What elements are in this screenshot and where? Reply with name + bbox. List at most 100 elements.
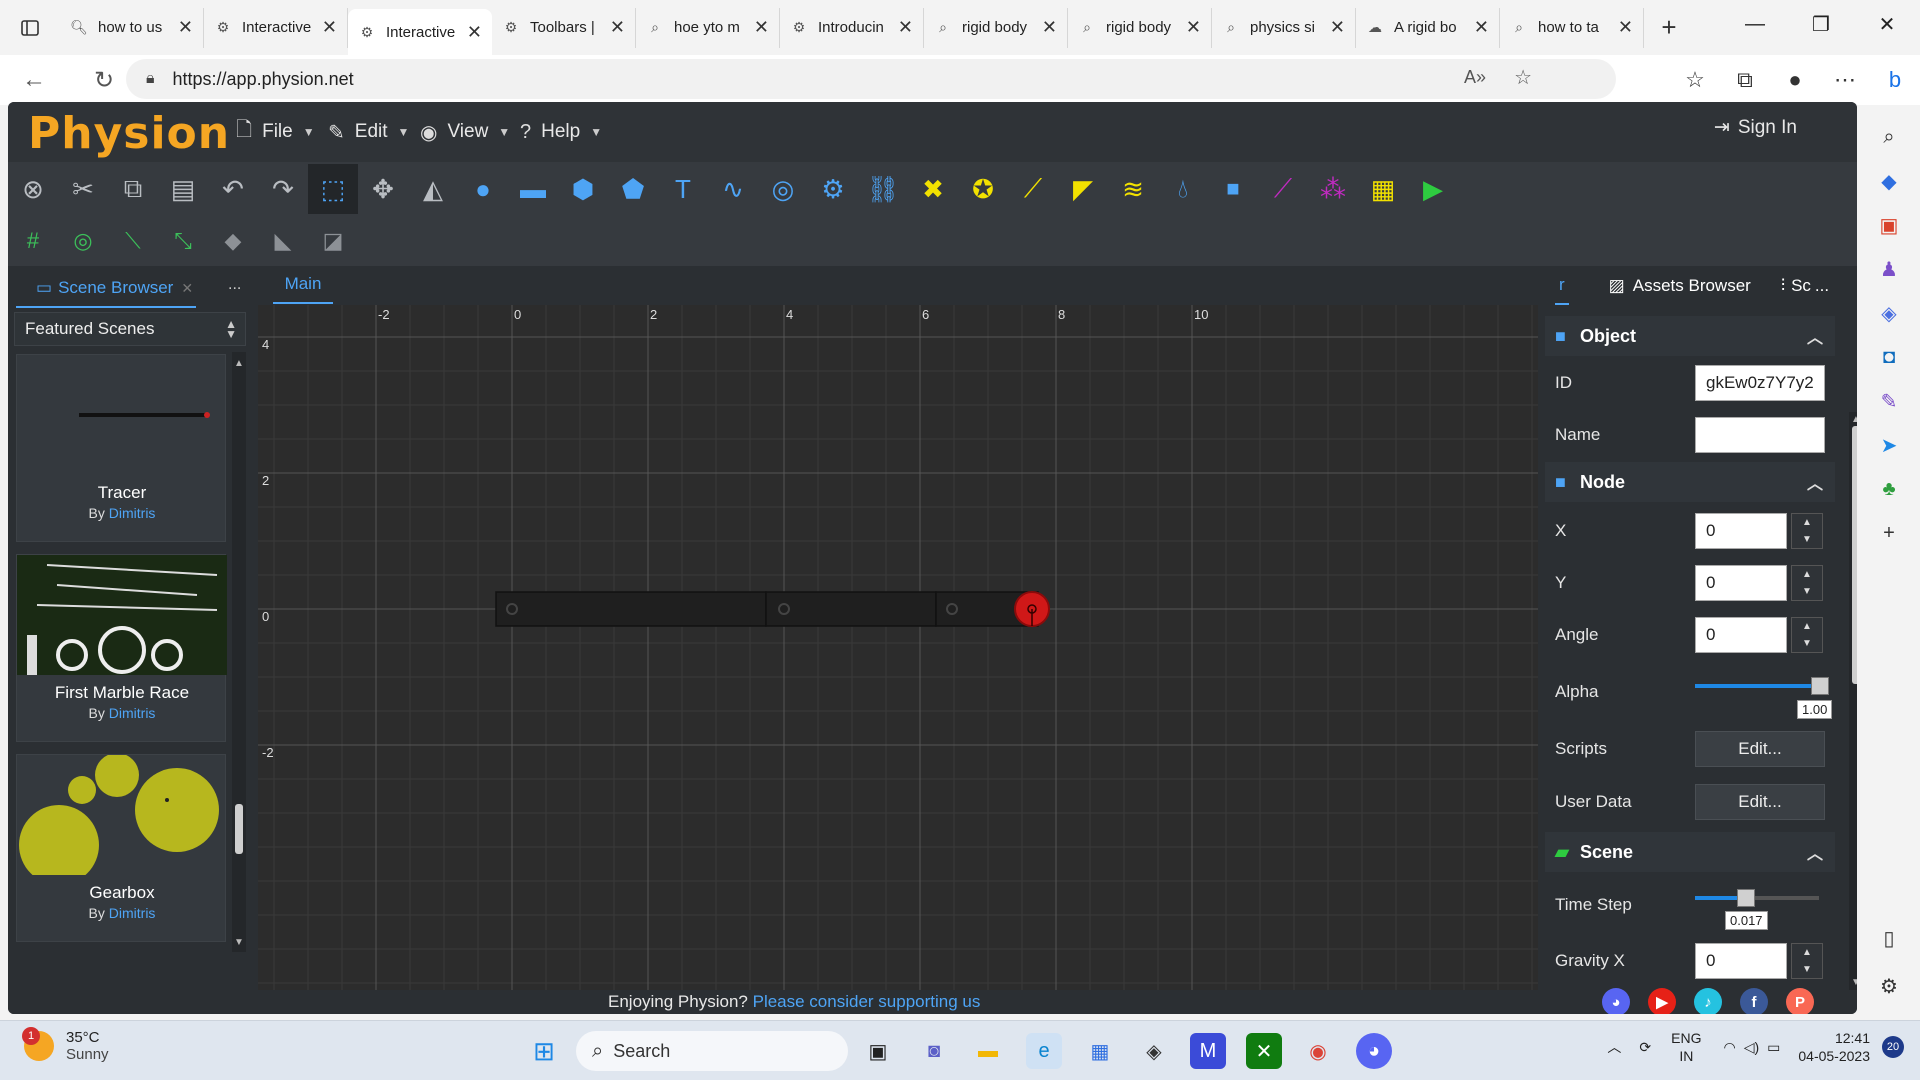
wifi-icon[interactable]: ◠ — [1723, 1039, 1735, 1056]
union-shape-icon[interactable]: ◆ — [208, 218, 258, 264]
author-link[interactable]: Dimitris — [109, 705, 156, 721]
search-icon[interactable]: ⌕ — [1869, 115, 1909, 159]
scroll-down-icon[interactable]: ▼ — [234, 937, 244, 948]
file-explorer-icon[interactable]: ▬ — [970, 1033, 1006, 1069]
favorites-icon[interactable]: ☆ — [1670, 67, 1720, 93]
revolute-joint-icon[interactable]: ✪ — [958, 164, 1008, 214]
particles-tool-icon[interactable]: ⁂ — [1308, 164, 1358, 214]
brush-tool-icon[interactable]: ⟋ — [1258, 164, 1308, 214]
name-field[interactable] — [1695, 417, 1825, 453]
profile-icon[interactable]: ● — [1770, 67, 1820, 93]
maximize-button[interactable]: ❐ — [1788, 0, 1854, 48]
clock[interactable]: 12:41 04-05-2023 — [1798, 1029, 1870, 1065]
language-indicator[interactable]: ENG IN — [1671, 1029, 1701, 1065]
section-object[interactable]: ■ Object ︿ — [1545, 316, 1835, 356]
featured-scenes-select[interactable]: Featured Scenes ▲ ▼ — [14, 312, 246, 346]
close-icon[interactable]: ✕ — [181, 280, 193, 297]
chain-tool-icon[interactable]: ⛓ — [858, 164, 908, 214]
close-icon[interactable]: ✕ — [178, 17, 193, 38]
section-node[interactable]: ■ Node ︿ — [1545, 462, 1835, 502]
redo-tool-icon[interactable]: ↷ — [258, 164, 308, 214]
text-tool-icon[interactable]: T — [658, 164, 708, 214]
edit-user-data-button[interactable]: Edit... — [1695, 784, 1825, 820]
close-icon[interactable]: ✕ — [467, 22, 482, 43]
id-field[interactable]: gkEw0z7Y7y2 — [1695, 365, 1825, 401]
time-step-slider-thumb[interactable] — [1737, 889, 1755, 907]
chevron-up-icon[interactable]: ︿ — [1607, 1037, 1621, 1057]
alpha-slider-thumb[interactable] — [1811, 677, 1829, 695]
move-tool-icon[interactable]: ✥ — [358, 164, 408, 214]
browser-tab[interactable]: ⌕ rigid body ✕ — [1068, 7, 1212, 48]
snap-line-icon[interactable]: ⟍ — [108, 218, 158, 264]
bing-icon[interactable]: b — [1870, 67, 1920, 93]
scene-list-scrollbar[interactable]: ▲ ▼ — [232, 352, 246, 952]
url-box[interactable]: 🔒︎ https://app.physion.net A» ☆ — [126, 59, 1616, 99]
scene-card[interactable]: Tracer By Dimitris — [16, 354, 226, 542]
shopping-tag-icon[interactable]: ◆ — [1869, 159, 1909, 203]
facebook-icon[interactable]: f — [1740, 988, 1768, 1014]
xbox-icon[interactable]: ✕ — [1246, 1033, 1282, 1069]
menu-edit[interactable]: ✎ Edit ▼ — [328, 116, 409, 148]
intersect-shape-icon[interactable]: ◪ — [308, 218, 358, 264]
scroll-down-icon[interactable]: ▼ — [1851, 977, 1857, 988]
patreon-icon[interactable]: P — [1786, 988, 1814, 1014]
gear-tool-icon[interactable]: ⚙ — [808, 164, 858, 214]
menu-file[interactable]: 🗋 File ▼ — [236, 116, 315, 148]
store-icon[interactable]: ▦ — [1082, 1033, 1118, 1069]
notification-badge[interactable]: 20 — [1882, 1036, 1904, 1058]
games-icon[interactable]: ♟ — [1869, 247, 1909, 291]
spiral-tool-icon[interactable]: ◎ — [758, 164, 808, 214]
rigid-body-rect[interactable] — [765, 591, 937, 627]
close-icon[interactable]: ✕ — [322, 17, 337, 38]
add-favorite-icon[interactable]: ☆ — [1514, 65, 1532, 90]
polygon-tool-icon[interactable]: ⬢ — [558, 164, 608, 214]
send-icon[interactable]: ➤ — [1869, 423, 1909, 467]
close-icon[interactable]: ✕ — [754, 17, 769, 38]
browser-tab[interactable]: ☁ A rigid bo ✕ — [1356, 7, 1500, 48]
office-icon[interactable]: ◈ — [1869, 291, 1909, 335]
play-button-icon[interactable]: ▶ — [1408, 164, 1458, 214]
path-tool-icon[interactable]: ∿ — [708, 164, 758, 214]
tab-properties[interactable]: r — [1555, 267, 1569, 305]
volume-icon[interactable]: ◁) — [1744, 1039, 1759, 1056]
close-icon[interactable]: ✕ — [1042, 17, 1057, 38]
browser-tab[interactable]: ⚙ Introducin ✕ — [780, 7, 924, 48]
browser-tab[interactable]: 🔍︎ how to us ✕ — [60, 7, 204, 48]
new-tab-button[interactable]: + — [1644, 12, 1694, 43]
browser-tab[interactable]: ⚙ Toolbars | ✕ — [492, 7, 636, 48]
tiktok-icon[interactable]: ♪ — [1694, 988, 1722, 1014]
sign-in-button[interactable]: ⇥ Sign In — [1714, 116, 1797, 139]
settings-icon[interactable]: ⚙ — [1869, 964, 1909, 1008]
delete-tool-icon[interactable]: ⊗ — [8, 164, 58, 214]
spring-tool-icon[interactable]: ≋ — [1108, 164, 1158, 214]
discord-icon[interactable]: ◕ — [1602, 988, 1630, 1014]
weld-joint-icon[interactable]: ✖ — [908, 164, 958, 214]
cut-tool-icon[interactable]: ✂ — [58, 164, 108, 214]
copy-tool-icon[interactable]: ⧉ — [108, 164, 158, 214]
youtube-icon[interactable]: ▶ — [1648, 988, 1676, 1014]
close-window-button[interactable]: ✕ — [1854, 0, 1920, 48]
gravity-x-stepper[interactable]: ▲ ▼ — [1791, 943, 1823, 979]
tab-main[interactable]: Main — [273, 266, 333, 304]
close-icon[interactable]: ✕ — [1330, 17, 1345, 38]
rigid-body-rect[interactable] — [495, 591, 767, 627]
read-aloud-icon[interactable]: A» — [1464, 67, 1486, 88]
tab-scene-settings[interactable]: Sc — [1791, 276, 1811, 296]
properties-scrollbar[interactable]: ▲ ▼ — [1849, 412, 1857, 990]
browser-tab[interactable]: ⌕ physics si ✕ — [1212, 7, 1356, 48]
angle-input[interactable]: 0 — [1695, 617, 1787, 653]
app-icon[interactable]: M — [1190, 1033, 1226, 1069]
water-drop-icon[interactable]: 💧︎ — [1158, 164, 1208, 214]
close-icon[interactable]: ✕ — [1474, 17, 1489, 38]
snap-center-icon[interactable]: ◎ — [58, 218, 108, 264]
back-button[interactable]: ← — [12, 58, 56, 102]
browser-tab[interactable]: ⌕ how to ta ✕ — [1500, 7, 1644, 48]
outlook-icon[interactable]: ◘ — [1869, 335, 1909, 379]
collections-icon[interactable]: ⧉ — [1720, 67, 1770, 93]
rectangle-tool-icon[interactable]: ▬ — [508, 164, 558, 214]
pentagon-tool-icon[interactable]: ⬟ — [608, 164, 658, 214]
close-icon[interactable]: ✕ — [898, 17, 913, 38]
undo-tool-icon[interactable]: ↶ — [208, 164, 258, 214]
discord-icon[interactable]: ◕ — [1356, 1033, 1392, 1069]
section-scene[interactable]: ▰ Scene ︿ — [1545, 832, 1835, 872]
